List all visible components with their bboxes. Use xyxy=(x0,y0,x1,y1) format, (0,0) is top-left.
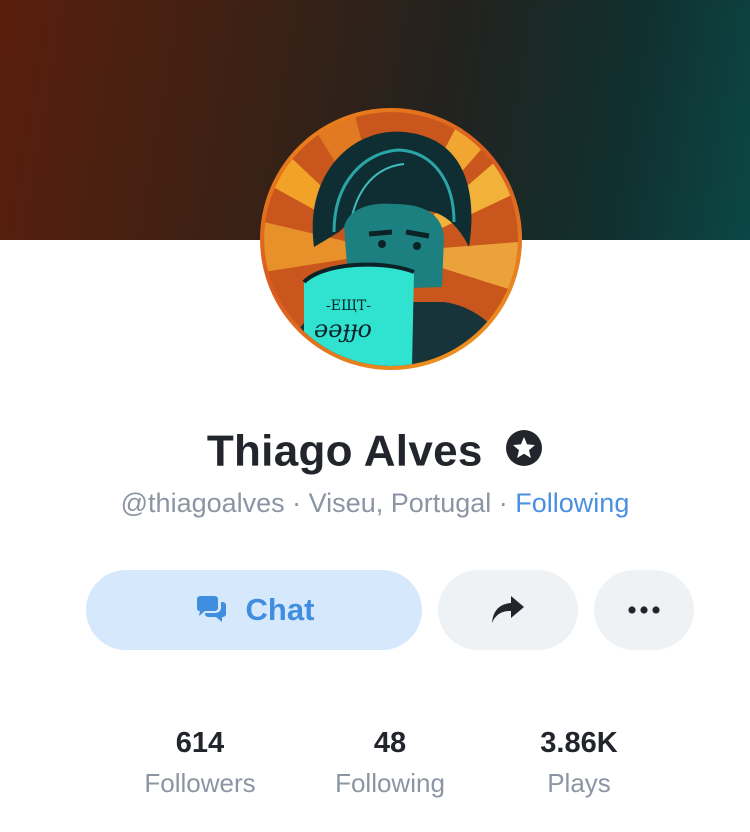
profile-handle: @thiagoalves xyxy=(120,488,285,518)
more-options-button[interactable] xyxy=(594,570,694,650)
meta-separator: · xyxy=(284,488,309,518)
profile-name: Thiago Alves xyxy=(206,426,483,476)
profile-meta: @thiagoalves · Viseu, Portugal · Followi… xyxy=(0,488,750,519)
stat-value: 614 xyxy=(175,727,225,759)
follow-status-link[interactable]: Following xyxy=(515,488,629,518)
chat-button-label: Chat xyxy=(245,592,315,627)
profile-name-row: Thiago Alves xyxy=(0,424,750,476)
stat-label: Followers xyxy=(144,768,256,798)
avatar-image: -ЕЩТ- ǝǝɟɟo xyxy=(264,112,518,366)
profile-location: Viseu, Portugal xyxy=(308,488,492,518)
stat-plays[interactable]: 3.86K Plays xyxy=(479,726,679,800)
share-button[interactable] xyxy=(438,570,578,650)
avatar[interactable]: -ЕЩТ- ǝǝɟɟo xyxy=(260,108,522,370)
svg-text:ǝǝɟɟo: ǝǝɟɟo xyxy=(314,315,372,343)
meta-separator: · xyxy=(491,488,516,518)
chat-bubbles-icon xyxy=(196,596,226,622)
stat-following[interactable]: 48 Following xyxy=(290,726,490,800)
chat-button[interactable]: Chat xyxy=(86,570,422,650)
stat-label: Following xyxy=(335,768,445,798)
stat-followers[interactable]: 614 Followers xyxy=(100,726,300,800)
share-arrow-icon xyxy=(492,596,524,623)
profile-stats: 614 Followers 48 Following 3.86K Plays xyxy=(0,726,750,816)
verified-star-icon xyxy=(506,430,543,467)
ellipsis-icon xyxy=(628,606,660,614)
stat-label: Plays xyxy=(547,768,611,798)
stat-value: 48 xyxy=(373,727,407,759)
stat-value: 3.86K xyxy=(540,727,618,759)
svg-text:-ЕЩТ-: -ЕЩТ- xyxy=(326,298,371,314)
